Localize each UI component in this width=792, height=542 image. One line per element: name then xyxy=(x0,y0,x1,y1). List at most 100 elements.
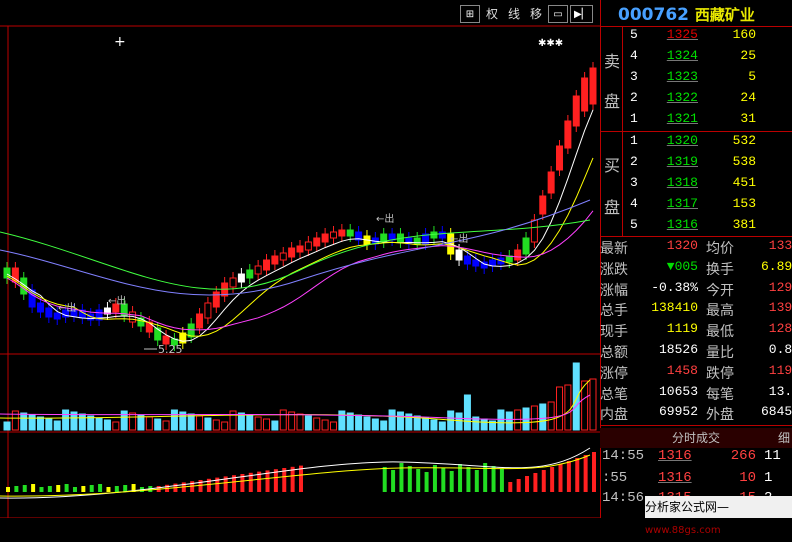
chu-label: ←出 xyxy=(450,232,468,245)
ask-level: 1 xyxy=(630,111,638,126)
candle xyxy=(321,233,329,243)
tab-fenshi[interactable]: 分时成交 xyxy=(672,428,720,448)
bid-level: 3 xyxy=(630,175,638,190)
volume-bar xyxy=(572,362,580,431)
candle xyxy=(438,231,446,239)
stat-label: 总笔 xyxy=(600,386,628,403)
candle xyxy=(514,249,522,261)
plus-icon[interactable]: ⊞ xyxy=(460,5,480,23)
candle xyxy=(329,231,337,239)
volume-bar xyxy=(304,415,312,431)
macd-bar xyxy=(525,476,530,492)
stat-label: 外盘 xyxy=(706,407,734,424)
tick-row: :55 1316 10 1 xyxy=(600,470,792,492)
volume-bar xyxy=(204,417,212,431)
stat-value: -0.38% xyxy=(651,279,698,295)
bid-row[interactable]: 5 1316 381 xyxy=(600,217,792,238)
stat-label: 量比 xyxy=(706,345,734,361)
tick-time: 14:55 xyxy=(602,448,645,464)
macd-bar xyxy=(474,470,479,492)
macd-bar xyxy=(39,487,44,492)
candle xyxy=(455,249,463,261)
macd-bar xyxy=(575,458,580,492)
volume-bar xyxy=(455,412,463,431)
candle xyxy=(154,327,162,341)
stat-label: 涨停 xyxy=(600,365,628,382)
tick-row: 14:55 1316 266 11 xyxy=(600,448,792,470)
kline-chart[interactable]: + ✱✱✱ 5.25 ←出 ←出 ←出 ←出 xyxy=(0,0,600,518)
quan-button[interactable]: 权 xyxy=(482,5,502,23)
volume-bar xyxy=(212,419,220,431)
volume-bar xyxy=(564,384,572,431)
kline-chart-area[interactable]: + ✱✱✱ 5.25 ←出 ←出 ←出 ←出 xyxy=(0,0,600,518)
ask-price: 1322 xyxy=(666,90,698,105)
macd-bar xyxy=(114,486,119,492)
annotation-plus: + xyxy=(114,34,126,50)
macd-bar xyxy=(64,484,69,492)
macd-bar xyxy=(56,485,61,492)
annotation-stars: ✱✱✱ xyxy=(538,38,563,49)
stat-value: 1287 xyxy=(768,321,792,337)
volume-bar xyxy=(196,415,204,431)
ask-volume: 25 xyxy=(740,48,756,63)
macd-bar xyxy=(407,466,412,492)
volume-bar xyxy=(229,410,237,431)
volume-bar xyxy=(438,421,446,431)
candle xyxy=(472,259,480,267)
volume-bar xyxy=(170,409,178,431)
volume-bar xyxy=(20,412,28,431)
divider xyxy=(600,425,792,426)
stat-label: 跌停 xyxy=(706,365,734,382)
play-icon[interactable]: ▶▏ xyxy=(570,5,594,23)
tick-count: 1 xyxy=(764,470,773,486)
ask-row[interactable]: 1 1321 31 xyxy=(600,111,792,132)
stat-label: 总手 xyxy=(600,303,628,320)
macd-bar xyxy=(449,471,454,492)
tick-tabbar: 分时成交 细 xyxy=(600,428,792,448)
window-icon[interactable]: ▭ xyxy=(548,5,568,23)
tick-count: 11 xyxy=(764,448,781,464)
divider xyxy=(600,236,792,237)
volume-bar xyxy=(422,417,430,431)
bid-row[interactable]: 4 1317 153 xyxy=(600,196,792,217)
ask-row[interactable]: 5 1325 160 xyxy=(600,27,792,48)
bid-volume: 538 xyxy=(732,154,756,169)
stat-value: 1398 xyxy=(768,300,792,316)
volume-bar xyxy=(556,386,564,431)
candle xyxy=(522,237,530,255)
tick-time: :55 xyxy=(602,470,628,486)
ask-row[interactable]: 2 1322 24 xyxy=(600,90,792,111)
bid-row[interactable]: 1 1320 532 xyxy=(600,133,792,154)
candle xyxy=(45,307,53,318)
stat-value: 6.89% xyxy=(760,258,792,274)
yi-button[interactable]: 移 xyxy=(526,5,546,23)
volume-bar xyxy=(120,410,128,431)
volume-bar xyxy=(530,405,538,431)
macd-bar xyxy=(491,466,496,492)
bid-price: 1319 xyxy=(666,154,698,169)
tab-xi[interactable]: 细 xyxy=(778,428,790,448)
macd-bar xyxy=(98,484,103,492)
macd-bar xyxy=(14,486,19,492)
volume-bar xyxy=(145,416,153,431)
ask-volume: 5 xyxy=(748,69,756,84)
xian-button[interactable]: 线 xyxy=(504,5,524,23)
stat-label: 涨跌 xyxy=(600,261,628,278)
volume-bar xyxy=(505,411,513,431)
volume-bar xyxy=(321,419,329,431)
bid-row[interactable]: 2 1319 538 xyxy=(600,154,792,175)
volume-bar xyxy=(162,420,170,431)
candle xyxy=(204,302,212,319)
bid-row[interactable]: 3 1318 451 xyxy=(600,175,792,196)
macd-bar xyxy=(583,455,588,492)
bid-level: 5 xyxy=(630,217,638,232)
ask-row[interactable]: 3 1323 5 xyxy=(600,69,792,90)
volume-bar xyxy=(329,421,337,431)
ask-row[interactable]: 4 1324 25 xyxy=(600,48,792,69)
stat-label: 最低 xyxy=(706,324,734,341)
stat-value: 0.87 xyxy=(768,342,792,357)
stat-value: ▼005 xyxy=(666,258,698,274)
candle xyxy=(338,229,346,237)
macd-bar xyxy=(399,463,404,492)
ma-line xyxy=(6,109,594,342)
